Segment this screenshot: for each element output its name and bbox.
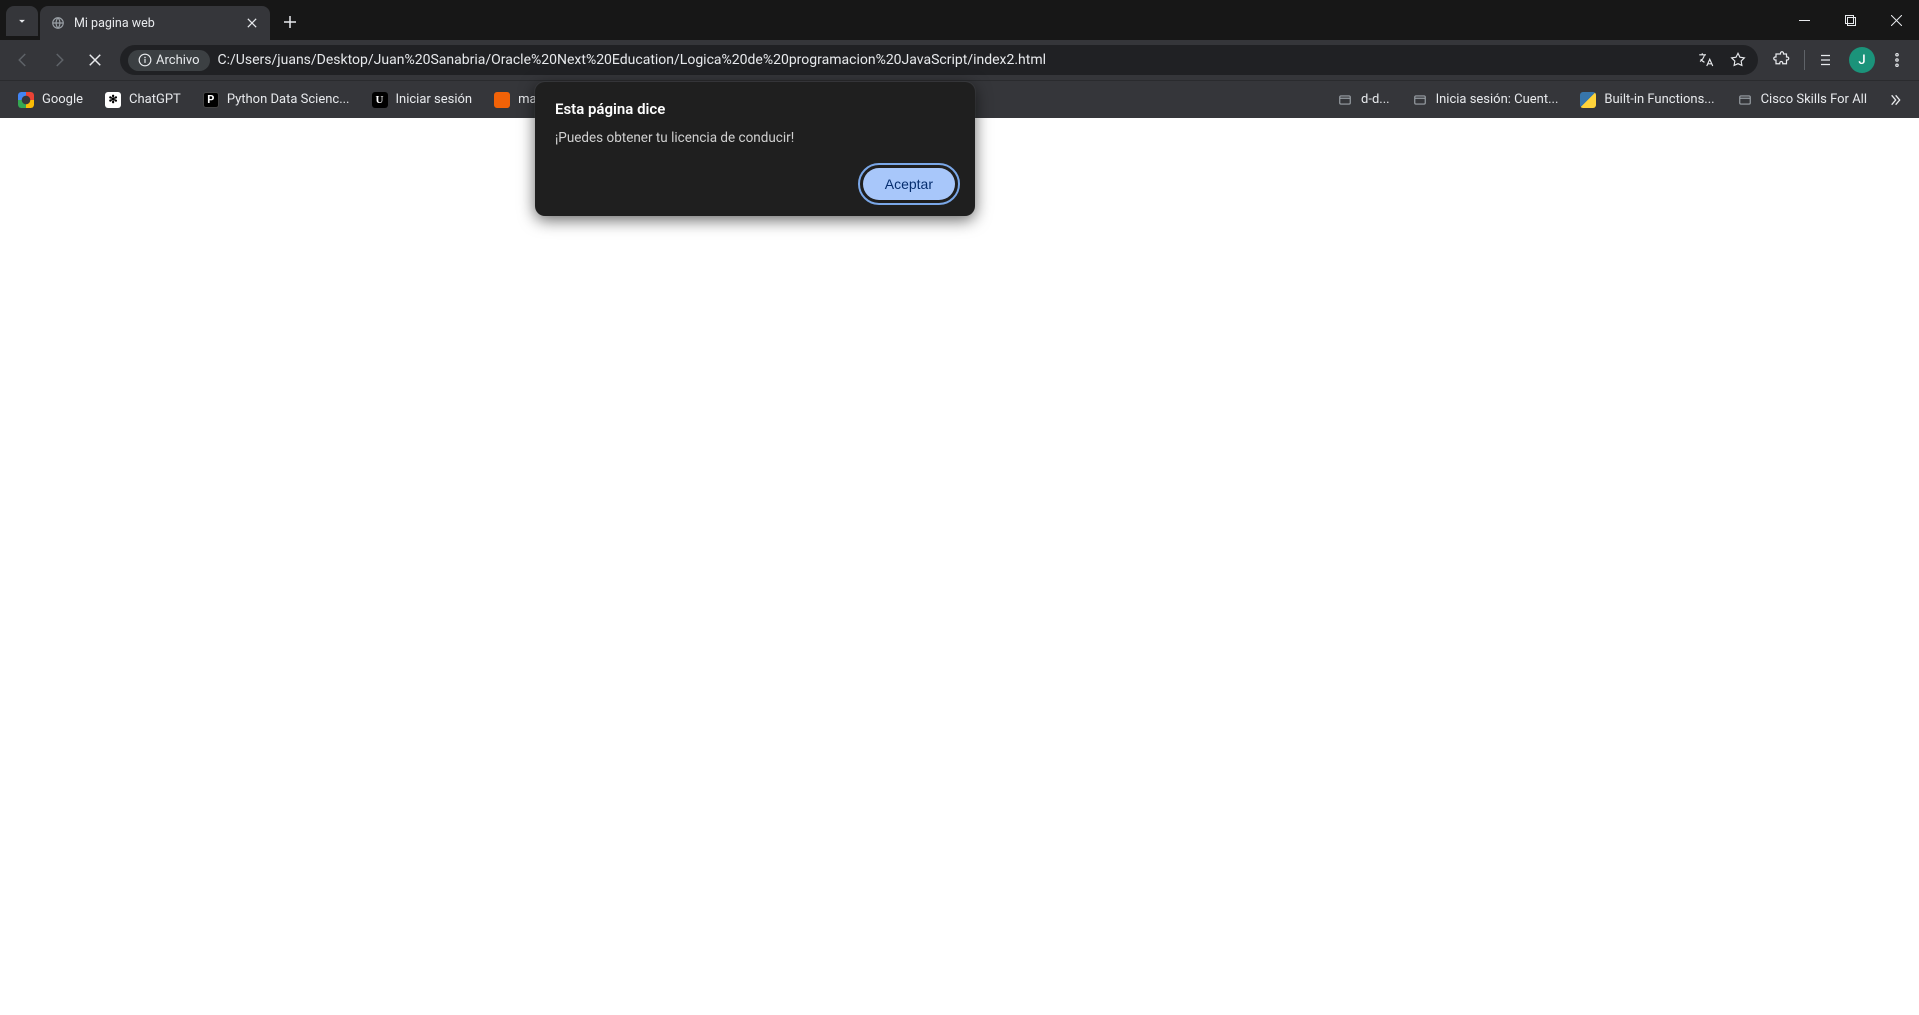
google-icon: [18, 92, 34, 108]
letter-u-icon: U: [372, 92, 388, 108]
chevron-double-right-icon: [1887, 92, 1903, 108]
bookmark-label: Iniciar sesión: [396, 92, 473, 107]
generic-site-icon: [1412, 92, 1428, 108]
translate-button[interactable]: [1694, 48, 1718, 72]
profile-avatar[interactable]: J: [1849, 47, 1875, 73]
bookmark-button[interactable]: [1726, 48, 1750, 72]
bookmark-label: Cisco Skills For All: [1761, 92, 1867, 107]
translate-icon: [1697, 51, 1715, 69]
bookmark-item[interactable]: Built-in Functions...: [1572, 88, 1722, 112]
address-url: C:/Users/juans/Desktop/Juan%20Sanabria/O…: [218, 52, 1686, 68]
bookmarks-overflow-button[interactable]: [1881, 86, 1909, 114]
close-icon: [86, 51, 104, 69]
bookmark-label: Python Data Scienc...: [227, 92, 350, 107]
close-icon: [247, 18, 257, 28]
nav-forward-button[interactable]: [42, 45, 76, 75]
minimize-icon: [1799, 15, 1810, 26]
bookmark-label: Google: [42, 92, 83, 107]
new-tab-button[interactable]: [276, 8, 304, 36]
cisco-icon: [1737, 92, 1753, 108]
browser-titlebar: Mi pagina web: [0, 0, 1919, 40]
chevron-down-icon: [15, 14, 29, 28]
letter-p-icon: P: [203, 92, 219, 108]
bookmark-label: d-d...: [1361, 92, 1390, 107]
kebab-icon: [1888, 51, 1906, 69]
browser-tab[interactable]: Mi pagina web: [40, 6, 270, 40]
tab-title: Mi pagina web: [74, 16, 236, 31]
plus-icon: [283, 15, 297, 29]
maximize-icon: [1845, 15, 1856, 26]
window-close-button[interactable]: [1873, 0, 1919, 40]
nav-stop-button[interactable]: [78, 45, 112, 75]
list-icon: [1818, 51, 1836, 69]
star-icon: [1729, 51, 1747, 69]
bookmark-item[interactable]: Google: [10, 88, 91, 112]
bookmark-label: Built-in Functions...: [1604, 92, 1714, 107]
generic-site-icon: [1337, 92, 1353, 108]
javascript-alert-dialog: Esta página dice ¡Puedes obtener tu lice…: [535, 82, 975, 216]
tab-favicon-icon: [50, 15, 66, 31]
info-icon: [138, 53, 152, 67]
dialog-message: ¡Puedes obtener tu licencia de conducir!: [555, 130, 955, 146]
address-bar[interactable]: Archivo C:/Users/juans/Desktop/Juan%20Sa…: [120, 45, 1758, 75]
page-content: Esta página dice ¡Puedes obtener tu lice…: [0, 118, 1919, 1015]
python-icon: [1580, 92, 1596, 108]
site-security-label: Archivo: [156, 53, 200, 68]
bookmark-item[interactable]: Cisco Skills For All: [1729, 88, 1875, 112]
tab-close-button[interactable]: [244, 15, 260, 31]
side-panel-button[interactable]: [1811, 45, 1843, 75]
arrow-right-icon: [50, 51, 68, 69]
puzzle-icon: [1773, 51, 1791, 69]
dialog-accept-button[interactable]: Aceptar: [863, 168, 955, 200]
avatar-initial: J: [1858, 53, 1865, 68]
bookmark-label: ChatGPT: [129, 92, 181, 107]
bookmark-item[interactable]: ✻ ChatGPT: [97, 88, 189, 112]
browser-menu-button[interactable]: [1881, 45, 1913, 75]
bookmark-item[interactable]: Inicia sesión: Cuent...: [1404, 88, 1567, 112]
browser-toolbar: Archivo C:/Users/juans/Desktop/Juan%20Sa…: [0, 40, 1919, 80]
site-security-chip[interactable]: Archivo: [128, 50, 210, 71]
dialog-title: Esta página dice: [555, 100, 955, 118]
arrow-left-icon: [14, 51, 32, 69]
window-controls: [1781, 0, 1919, 40]
tab-search-button[interactable]: [6, 6, 38, 36]
window-minimize-button[interactable]: [1781, 0, 1827, 40]
bookmark-item[interactable]: U Iniciar sesión: [364, 88, 481, 112]
toolbar-divider: [1804, 50, 1805, 70]
bookmark-item[interactable]: P Python Data Scienc...: [195, 88, 358, 112]
window-maximize-button[interactable]: [1827, 0, 1873, 40]
bookmark-item[interactable]: d-d...: [1329, 88, 1398, 112]
replit-icon: [494, 92, 510, 108]
bookmark-label: Inicia sesión: Cuent...: [1436, 92, 1559, 107]
nav-back-button[interactable]: [6, 45, 40, 75]
chatgpt-icon: ✻: [105, 92, 121, 108]
extensions-button[interactable]: [1766, 45, 1798, 75]
close-icon: [1891, 15, 1902, 26]
